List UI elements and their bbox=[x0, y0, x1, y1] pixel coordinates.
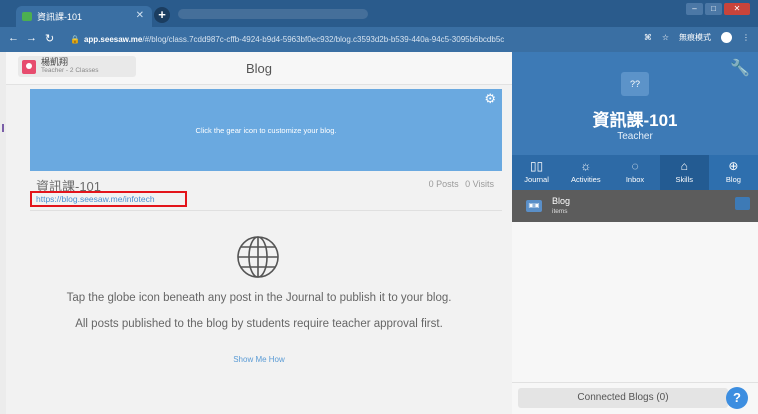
book-icon: ▯▯ bbox=[529, 159, 544, 173]
incognito-label: 無痕模式 bbox=[679, 33, 711, 42]
url-path: /#/blog/class.7cdd987c-cffb-4924-b9d4-59… bbox=[142, 35, 505, 44]
browser-tabstrip: 資訊課-101 ✕ + – □ ✕ bbox=[0, 0, 758, 27]
show-me-how-link[interactable]: Show Me How bbox=[6, 355, 512, 364]
address-bar-actions: ⌘ ☆ 無痕模式 ⋮ bbox=[634, 32, 750, 43]
divider bbox=[512, 382, 758, 383]
tab-activities[interactable]: ☼ Activities bbox=[561, 155, 610, 190]
translate-icon[interactable]: ⌘ bbox=[644, 33, 652, 42]
profile-avatar-icon[interactable] bbox=[721, 32, 732, 43]
class-sidebar: ?? 🔧 資訊課-101 Teacher ▯▯ Journal ☼ Activi… bbox=[512, 52, 758, 414]
tab-title: 資訊課-101 bbox=[37, 12, 83, 22]
address-bar: ← → ↻ 🔒 app.seesaw.me/#/blog/class.7cdd98… bbox=[0, 27, 758, 52]
sidebar-item-blog[interactable]: ▣▣ Blog items bbox=[512, 190, 758, 222]
new-tab-button[interactable]: + bbox=[154, 7, 170, 23]
tab-skills[interactable]: ⌂ Skills bbox=[659, 155, 709, 190]
lock-icon: 🔒 bbox=[70, 35, 80, 44]
tab-blog-label: Blog bbox=[725, 175, 741, 184]
blog-url-link[interactable]: https://blog.seesaw.me/infotech bbox=[30, 191, 187, 207]
blog-main-pane: 楊凱翔 Teacher - 2 Classes Blog Click the g… bbox=[6, 52, 512, 414]
empty-state-line-1: Tap the globe icon beneath any post in t… bbox=[66, 292, 452, 304]
folder-icon[interactable] bbox=[735, 197, 750, 210]
posts-count: 0 Posts bbox=[428, 179, 459, 189]
url-host: app.seesaw.me bbox=[83, 35, 143, 44]
gear-icon[interactable]: ⚙ bbox=[484, 92, 496, 105]
maximize-window-button[interactable]: □ bbox=[705, 3, 722, 15]
blog-item-icon: ▣▣ bbox=[526, 200, 542, 212]
tab-journal[interactable]: ▯▯ Journal bbox=[512, 155, 561, 190]
forward-arrow-icon[interactable]: → bbox=[26, 32, 37, 44]
tab-inbox[interactable]: ◌ Inbox bbox=[610, 155, 659, 190]
window-controls: – □ ✕ bbox=[684, 3, 750, 15]
class-title: 資訊課-101 bbox=[592, 111, 678, 130]
back-arrow-icon[interactable]: ← bbox=[8, 32, 19, 44]
tab-inbox-label: Inbox bbox=[625, 175, 645, 184]
page-title: Blog bbox=[245, 61, 273, 76]
blog-item-subtitle: items bbox=[552, 208, 568, 215]
globe-icon bbox=[237, 236, 279, 278]
url-field[interactable]: 🔒 app.seesaw.me/#/blog/class.7cdd987c-cff… bbox=[70, 31, 630, 48]
class-header: ?? 🔧 資訊課-101 Teacher bbox=[512, 52, 758, 155]
banner-text: Click the gear icon to customize your bl… bbox=[195, 126, 337, 135]
inbox-icon: ◌ bbox=[631, 159, 639, 173]
tab-blog[interactable]: ⊕ Blog bbox=[708, 155, 758, 190]
tab-journal-label: Journal bbox=[524, 175, 549, 184]
blog-stats: 0 Posts 0 Visits bbox=[425, 179, 494, 189]
close-tab-icon[interactable]: ✕ bbox=[136, 10, 144, 21]
lightbulb-icon: ☼ bbox=[580, 159, 592, 173]
divider bbox=[30, 210, 502, 211]
empty-state-line-2: All posts published to the blog by stude… bbox=[75, 318, 443, 330]
wrench-icon[interactable]: 🔧 bbox=[730, 58, 750, 78]
close-window-button[interactable]: ✕ bbox=[724, 3, 750, 15]
help-button[interactable]: ? bbox=[726, 387, 748, 409]
top-bar: 楊凱翔 Teacher - 2 Classes Blog bbox=[6, 52, 512, 85]
sidebar-tabs: ▯▯ Journal ☼ Activities ◌ Inbox ⌂ Skills… bbox=[512, 155, 758, 190]
blurred-tab[interactable] bbox=[178, 9, 368, 19]
connected-blogs-button[interactable]: Connected Blogs (0) bbox=[518, 388, 728, 408]
seesaw-favicon-icon bbox=[22, 12, 32, 21]
class-role: Teacher bbox=[617, 131, 653, 142]
trophy-icon: ⌂ bbox=[680, 159, 688, 173]
minimize-window-button[interactable]: – bbox=[686, 3, 703, 15]
menu-kebab-icon[interactable]: ⋮ bbox=[742, 33, 750, 42]
globe-small-icon: ⊕ bbox=[728, 159, 739, 173]
reload-icon[interactable]: ↻ bbox=[45, 32, 54, 45]
bookmark-star-icon[interactable]: ☆ bbox=[662, 33, 669, 42]
visits-count: 0 Visits bbox=[465, 179, 494, 189]
class-icon[interactable]: ?? bbox=[621, 72, 649, 96]
tab-activities-label: Activities bbox=[571, 175, 601, 184]
blog-banner: Click the gear icon to customize your bl… bbox=[30, 89, 502, 171]
blog-item-title: Blog bbox=[552, 196, 571, 206]
tab-skills-label: Skills bbox=[675, 175, 693, 184]
browser-tab[interactable]: 資訊課-101 ✕ bbox=[16, 6, 152, 27]
